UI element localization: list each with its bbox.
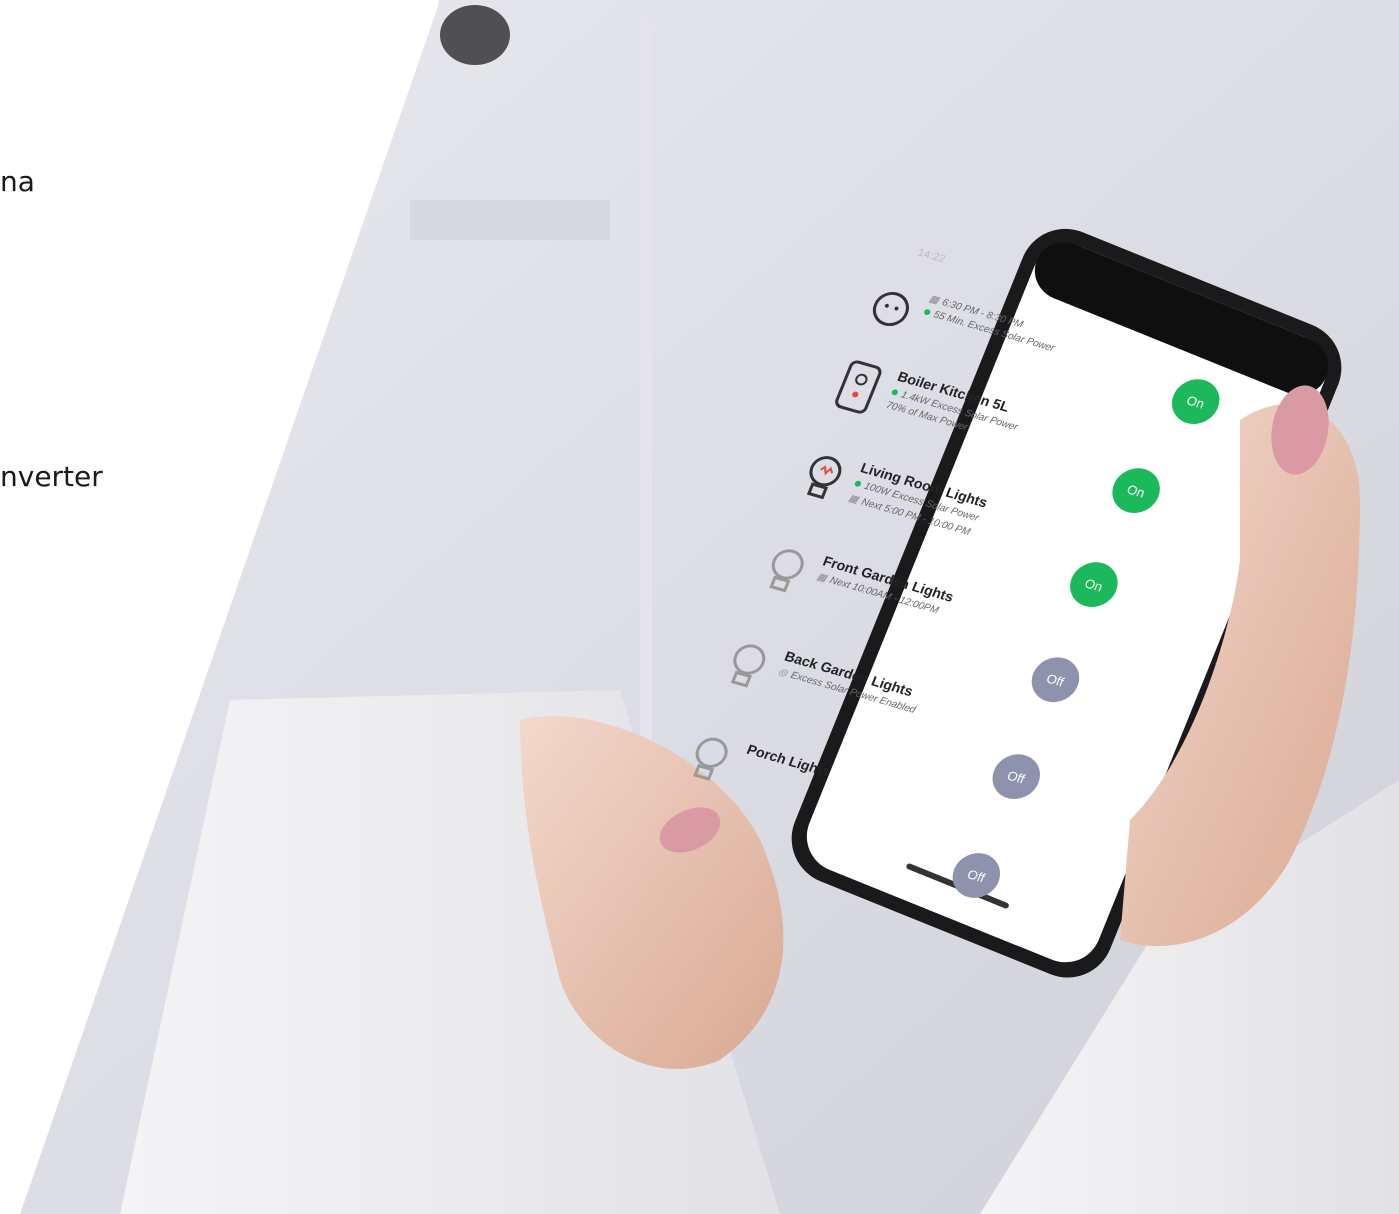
toggle-button-front-garden-lights[interactable]: Off: [1024, 651, 1087, 708]
green-dot-icon: [890, 389, 899, 397]
slide-text-line-1: na: [0, 165, 35, 198]
toggle-button-porch-lights[interactable]: Off: [945, 847, 1008, 904]
toggle-button-boiler-kitchen[interactable]: On: [1105, 462, 1167, 519]
green-dot-icon: [923, 308, 932, 317]
toggle-button-row-1[interactable]: On: [1164, 373, 1227, 430]
solar-icon: ◎: [776, 666, 790, 680]
calendar-icon: ▦: [927, 293, 941, 307]
calendar-icon: ▦: [815, 571, 829, 585]
slide-text-line-2: nverter: [0, 460, 103, 493]
green-dot-icon: [853, 480, 862, 488]
calendar-icon: ▦: [846, 493, 860, 506]
toggle-button-living-room-lights[interactable]: On: [1063, 556, 1125, 613]
toggle-button-back-garden-lights[interactable]: Off: [985, 748, 1048, 805]
